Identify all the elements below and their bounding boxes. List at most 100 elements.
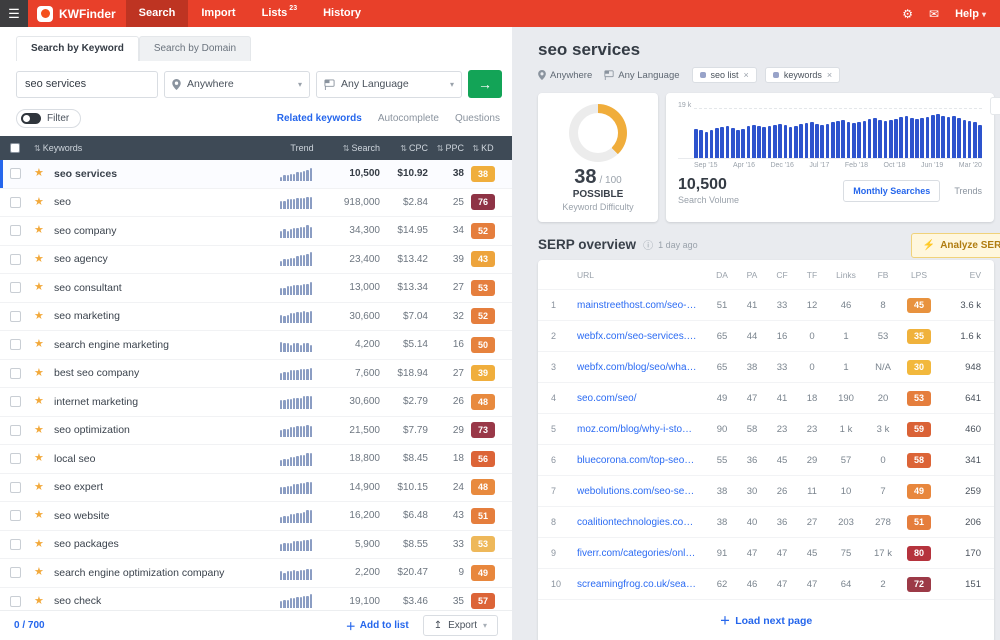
subtab-questions[interactable]: Questions [455,113,500,124]
row-checkbox[interactable] [10,596,21,607]
kd-badge[interactable]: 52 [471,308,495,324]
row-checkbox[interactable] [10,197,21,208]
nav-item-lists[interactable]: Lists23 [249,0,310,27]
favorite-star-icon[interactable]: ★ [34,339,54,350]
table-row[interactable]: ★seo website16,200$6.484351 [0,502,512,531]
column-keywords[interactable]: ⇅Keywords [34,143,280,153]
kd-badge[interactable]: 43 [471,251,495,267]
table-row[interactable]: ★seo marketing30,600$7.043252 [0,303,512,332]
brand-logo[interactable]: KWFinder [28,6,126,22]
serp-url-link[interactable]: bluecorona.com/top-seo-company/ [577,455,707,466]
serp-url-link[interactable]: webfx.com/blog/seo/what-are-seo-services… [577,362,707,373]
table-row[interactable]: ★search engine marketing4,200$5.141650 [0,331,512,360]
column-cpc[interactable]: ⇅CPC [380,143,428,153]
serp-url-link[interactable]: seo.com/seo/ [577,393,707,404]
serp-url-link[interactable]: screamingfrog.co.uk/search-engine-optimi… [577,579,707,590]
kd-badge[interactable]: 48 [471,394,495,410]
table-row[interactable]: ★seo services10,500$10.923838 [0,160,512,189]
subtab-autocomplete[interactable]: Autocomplete [378,113,439,124]
kd-badge[interactable]: 51 [471,508,495,524]
table-row[interactable]: ★seo packages5,900$8.553353 [0,531,512,560]
kd-badge[interactable]: 53 [471,280,495,296]
favorite-star-icon[interactable]: ★ [34,567,54,578]
serp-url-link[interactable]: webfx.com/seo-services.html [577,331,707,342]
favorite-star-icon[interactable]: ★ [34,311,54,322]
favorite-star-icon[interactable]: ★ [34,596,54,607]
filter-toggle[interactable]: Filter [16,109,81,128]
row-checkbox[interactable] [10,425,21,436]
row-checkbox[interactable] [10,282,21,293]
language-select[interactable]: Any Language ▾ [316,71,462,98]
serp-url-link[interactable]: mainstreethost.com/seo-services/ [577,300,707,311]
table-row[interactable]: ★seo company34,300$14.953452 [0,217,512,246]
kd-badge[interactable]: 73 [471,422,495,438]
kd-badge[interactable]: 57 [471,593,495,609]
row-checkbox[interactable] [10,311,21,322]
serp-url-link[interactable]: webolutions.com/seo-services/ [577,486,707,497]
export-button[interactable]: ↥Export▾ [423,615,498,636]
table-row[interactable]: ★search engine optimization company2,200… [0,559,512,588]
load-next-page-button[interactable]: ＋Load next page [538,600,994,640]
hamburger-menu-icon[interactable]: ☰ [0,0,28,27]
add-to-list-button[interactable]: ＋Add to list [346,618,409,633]
row-checkbox[interactable] [10,482,21,493]
filter-chip-seo-list[interactable]: seo list× [692,67,757,83]
row-checkbox[interactable] [10,225,21,236]
search-submit-button[interactable]: → [468,70,502,98]
favorite-star-icon[interactable]: ★ [34,539,54,550]
gear-icon[interactable]: ⚙ [902,7,913,21]
favorite-star-icon[interactable]: ★ [34,425,54,436]
nav-item-search[interactable]: Search [126,0,189,27]
table-row[interactable]: ★seo918,000$2.842576 [0,189,512,218]
row-checkbox[interactable] [10,254,21,265]
serp-url-link[interactable]: moz.com/blog/why-i-stopped-selling-seo [577,424,707,435]
serp-url-link[interactable]: fiverr.com/categories/online-marketing [577,548,707,559]
chart-expand-control[interactable] [990,97,1000,115]
table-row[interactable]: ★seo expert14,900$10.152448 [0,474,512,503]
table-row[interactable]: ★seo consultant13,000$13.342753 [0,274,512,303]
subtab-related-keywords[interactable]: Related keywords [277,113,362,124]
favorite-star-icon[interactable]: ★ [34,168,54,179]
table-row[interactable]: ★best seo company7,600$18.942739 [0,360,512,389]
tab-search-by-domain[interactable]: Search by Domain [139,36,251,61]
kd-badge[interactable]: 52 [471,223,495,239]
kd-badge[interactable]: 38 [471,166,495,182]
kd-badge[interactable]: 53 [471,536,495,552]
tab-monthly-searches[interactable]: Monthly Searches [843,180,940,202]
filter-switch-icon[interactable] [21,113,41,124]
remove-chip-icon[interactable]: × [827,70,832,80]
kd-badge[interactable]: 49 [471,565,495,581]
kd-badge[interactable]: 39 [471,365,495,381]
row-checkbox[interactable] [10,168,21,179]
mail-icon[interactable]: ✉ [929,7,939,21]
column-search[interactable]: ⇅Search [324,143,380,153]
column-kd[interactable]: ⇅KD [464,143,502,153]
favorite-star-icon[interactable]: ★ [34,225,54,236]
table-row[interactable]: ★local seo18,800$8.451856 [0,445,512,474]
row-checkbox[interactable] [10,567,21,578]
favorite-star-icon[interactable]: ★ [34,396,54,407]
info-icon[interactable]: ⓘ [643,237,653,252]
row-checkbox[interactable] [10,510,21,521]
row-checkbox[interactable] [10,368,21,379]
tab-search-by-keyword[interactable]: Search by Keyword [16,36,139,61]
select-all-checkbox[interactable] [10,143,20,153]
favorite-star-icon[interactable]: ★ [34,197,54,208]
favorite-star-icon[interactable]: ★ [34,453,54,464]
location-select[interactable]: Anywhere ▾ [164,71,310,98]
filter-chip-keywords[interactable]: keywords× [765,67,840,83]
favorite-star-icon[interactable]: ★ [34,254,54,265]
help-menu[interactable]: Help ▾ [955,8,986,20]
keyword-search-input[interactable] [16,71,158,98]
favorite-star-icon[interactable]: ★ [34,510,54,521]
table-row[interactable]: ★internet marketing30,600$2.792648 [0,388,512,417]
serp-url-link[interactable]: coalitiontechnologies.com/seo-search-ser… [577,517,707,528]
table-row[interactable]: ★seo optimization21,500$7.792973 [0,417,512,446]
analyze-serp-button[interactable]: ⚡Analyze SERP [911,233,1000,258]
kd-badge[interactable]: 56 [471,451,495,467]
kd-badge[interactable]: 76 [471,194,495,210]
remove-chip-icon[interactable]: × [744,70,749,80]
nav-item-import[interactable]: Import [188,0,248,27]
table-row[interactable]: ★seo agency23,400$13.423943 [0,246,512,275]
kd-badge[interactable]: 50 [471,337,495,353]
